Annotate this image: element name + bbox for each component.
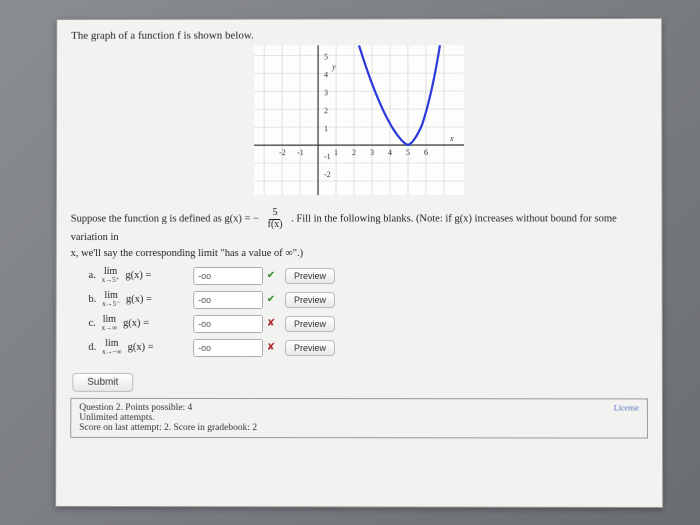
svg-text:-1: -1	[324, 152, 331, 161]
score-l3: Score on last attempt: 2. Score in grade…	[79, 423, 257, 433]
svg-text:x: x	[448, 134, 453, 143]
part-c-fn: g(x) =	[123, 318, 149, 329]
part-d-row: d. lim x→−∞ g(x) = ✘ Preview	[88, 339, 647, 357]
answer-b-input[interactable]	[193, 291, 263, 309]
preview-d-button[interactable]: Preview	[285, 340, 335, 356]
x-icon: ✘	[265, 318, 277, 330]
svg-text:6: 6	[423, 148, 427, 157]
part-b-letter: b.	[88, 294, 96, 305]
svg-text:-2: -2	[279, 148, 286, 157]
x-icon: ✘	[265, 342, 277, 354]
check-icon: ✔	[265, 270, 277, 282]
score-l2: Unlimited attempts.	[79, 413, 257, 423]
prompt-text: The graph of a function f is shown below…	[71, 29, 647, 42]
svg-text:1: 1	[324, 124, 328, 133]
lim-c: lim x→∞	[102, 315, 117, 332]
svg-text:3: 3	[370, 148, 374, 157]
answer-a-input[interactable]	[193, 267, 263, 285]
part-c-label: c. lim x→∞ g(x) =	[88, 315, 193, 332]
part-c-row: c. lim x→∞ g(x) = ✘ Preview	[88, 315, 647, 333]
preview-a-button[interactable]: Preview	[285, 268, 335, 284]
part-b-fn: g(x) =	[126, 294, 152, 305]
lim-d: lim x→−∞	[102, 339, 121, 356]
part-d-fn: g(x) =	[128, 342, 154, 353]
question-panel: The graph of a function f is shown below…	[55, 18, 663, 508]
svg-text:4: 4	[324, 70, 328, 79]
suppose-pre: Suppose the function g is defined as g(x…	[71, 213, 259, 224]
svg-text:5: 5	[405, 148, 409, 157]
frac-den: f(x)	[265, 220, 286, 230]
svg-text:5: 5	[324, 52, 328, 61]
preview-b-button[interactable]: Preview	[285, 292, 335, 308]
svg-text:4: 4	[387, 148, 391, 157]
lim-a: lim x→5⁺	[102, 267, 120, 284]
answer-c-input[interactable]	[193, 315, 263, 333]
note-line: x, we'll say the corresponding limit "ha…	[71, 248, 648, 259]
lim-b: lim x→5⁻	[102, 291, 120, 308]
svg-text:3: 3	[324, 88, 328, 97]
check-icon: ✔	[265, 294, 277, 306]
part-d-letter: d.	[88, 342, 96, 353]
svg-text:1: 1	[334, 148, 338, 157]
svg-text:2: 2	[324, 106, 328, 115]
part-b-row: b. lim x→5⁻ g(x) = ✔ Preview	[88, 291, 647, 309]
function-graph: 5 4 3 2 1 -1 -2 -2 -1 1 2 3 4 5 6 y x	[254, 45, 464, 195]
license-link[interactable]: License	[614, 403, 639, 412]
part-a-row: a. lim x→5⁺ g(x) = ✔ Preview	[88, 267, 647, 285]
part-b-label: b. lim x→5⁻ g(x) =	[88, 291, 193, 308]
submit-button[interactable]: Submit	[72, 373, 133, 392]
part-c-letter: c.	[88, 318, 95, 329]
part-a-letter: a.	[89, 270, 96, 281]
answer-d-input[interactable]	[193, 339, 263, 357]
part-d-label: d. lim x→−∞ g(x) =	[88, 339, 193, 356]
part-a-fn: g(x) =	[125, 270, 151, 281]
frac-num: 5	[270, 208, 281, 219]
svg-text:2: 2	[352, 148, 356, 157]
fraction: 5 f(x)	[265, 208, 286, 230]
score-box: Question 2. Points possible: 4 Unlimited…	[70, 398, 648, 439]
graph-container: 5 4 3 2 1 -1 -2 -2 -1 1 2 3 4 5 6 y x	[71, 45, 648, 200]
svg-text:-2: -2	[324, 170, 331, 179]
svg-text:y: y	[331, 62, 336, 71]
definition-text: Suppose the function g is defined as g(x…	[71, 208, 648, 246]
part-a-label: a. lim x→5⁺ g(x) =	[88, 267, 193, 284]
score-text: Question 2. Points possible: 4 Unlimited…	[79, 403, 257, 433]
score-l1: Question 2. Points possible: 4	[79, 403, 257, 413]
svg-text:-1: -1	[297, 148, 304, 157]
preview-c-button[interactable]: Preview	[285, 316, 335, 332]
